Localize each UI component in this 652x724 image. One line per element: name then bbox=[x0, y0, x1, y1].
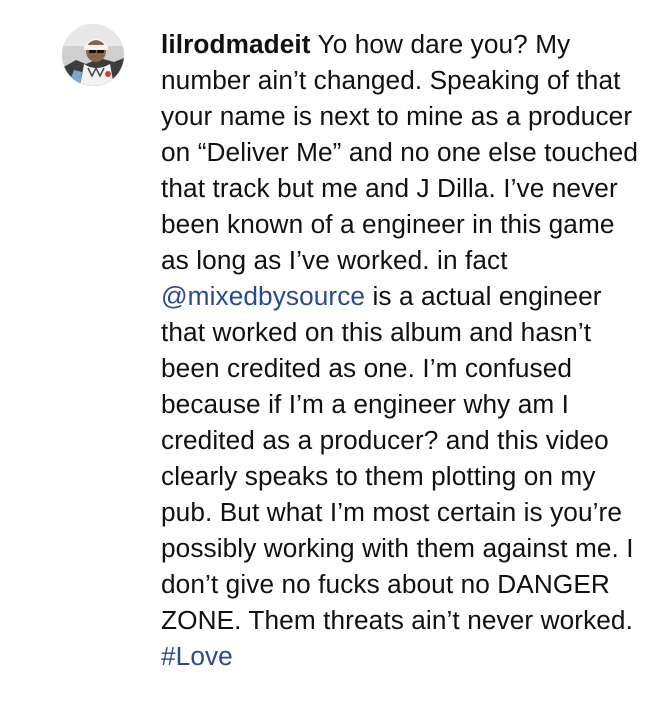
avatar[interactable] bbox=[62, 24, 124, 86]
avatar-photo-icon bbox=[62, 24, 124, 86]
comment-item: lilrodmadeit Yo how dare you? My number … bbox=[0, 0, 652, 724]
comment-text-part1: Yo how dare you? My number ain’t changed… bbox=[161, 29, 639, 275]
comment-text: lilrodmadeit Yo how dare you? My number … bbox=[161, 26, 646, 674]
comment-username[interactable]: lilrodmadeit bbox=[161, 29, 311, 59]
comment-text-part2: is a actual engineer that worked on this… bbox=[161, 281, 634, 635]
mention-link[interactable]: @mixedbysource bbox=[161, 281, 365, 311]
hashtag-link[interactable]: #Love bbox=[161, 641, 233, 671]
